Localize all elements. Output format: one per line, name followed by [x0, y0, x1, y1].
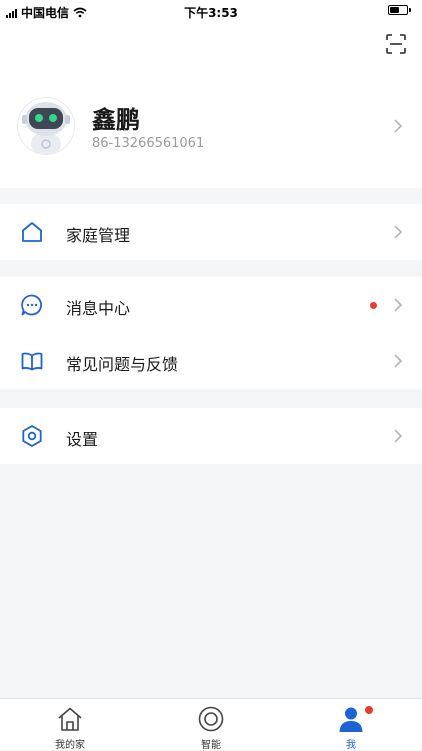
avatar[interactable]	[18, 98, 74, 154]
profile-header: 鑫鹏 86-13266561061	[0, 22, 422, 188]
menu-home-management[interactable]: 家庭管理	[0, 204, 422, 260]
home-icon	[22, 222, 42, 242]
battery-icon	[388, 5, 411, 15]
menu-settings[interactable]: 设置	[0, 408, 422, 464]
hexagon-settings-icon	[22, 425, 42, 447]
home-management-card: 家庭管理	[0, 204, 422, 260]
chevron-right-icon	[394, 298, 403, 312]
profile-row[interactable]: 鑫鹏 86-13266561061	[0, 92, 422, 172]
status-time: 下午3:53	[184, 6, 238, 20]
tab-badge	[364, 705, 374, 715]
menu-faq-feedback[interactable]: 常见问题与反馈	[0, 333, 422, 389]
chevron-right-icon	[394, 354, 403, 368]
user-phone: 86-13266561061	[92, 136, 205, 151]
book-icon	[21, 352, 43, 371]
menu-message-center[interactable]: 消息中心	[0, 277, 422, 333]
chevron-right-icon	[394, 429, 403, 443]
tab-label: 智能	[201, 740, 221, 751]
user-name: 鑫鹏	[92, 106, 140, 134]
settings-card: 设置	[0, 408, 422, 464]
menu-label: 常见问题与反馈	[66, 355, 179, 374]
robot-avatar	[22, 102, 70, 154]
chevron-right-icon	[394, 225, 403, 239]
messages-card: 消息中心 常见问题与反馈	[0, 277, 422, 389]
chevron-right-icon	[394, 119, 403, 133]
menu-label: 消息中心	[66, 299, 131, 318]
tab-smart-icon	[198, 706, 224, 732]
chat-icon	[21, 294, 43, 316]
tab-label: 我的家	[55, 740, 85, 751]
tab-user-icon	[339, 707, 363, 732]
tab-me[interactable]: 我	[311, 703, 391, 751]
menu-label: 家庭管理	[66, 226, 131, 245]
scan-icon[interactable]	[384, 32, 408, 56]
tab-home-icon	[58, 707, 82, 731]
status-bar: 中国电信 下午3:53	[0, 0, 422, 22]
bottom-tab-bar: 我的家 智能 我	[0, 698, 422, 751]
tab-label: 我	[346, 740, 356, 751]
tab-my-home[interactable]: 我的家	[30, 703, 110, 751]
unread-dot	[370, 302, 377, 309]
tab-smart[interactable]: 智能	[171, 703, 251, 751]
menu-label: 设置	[66, 430, 99, 449]
